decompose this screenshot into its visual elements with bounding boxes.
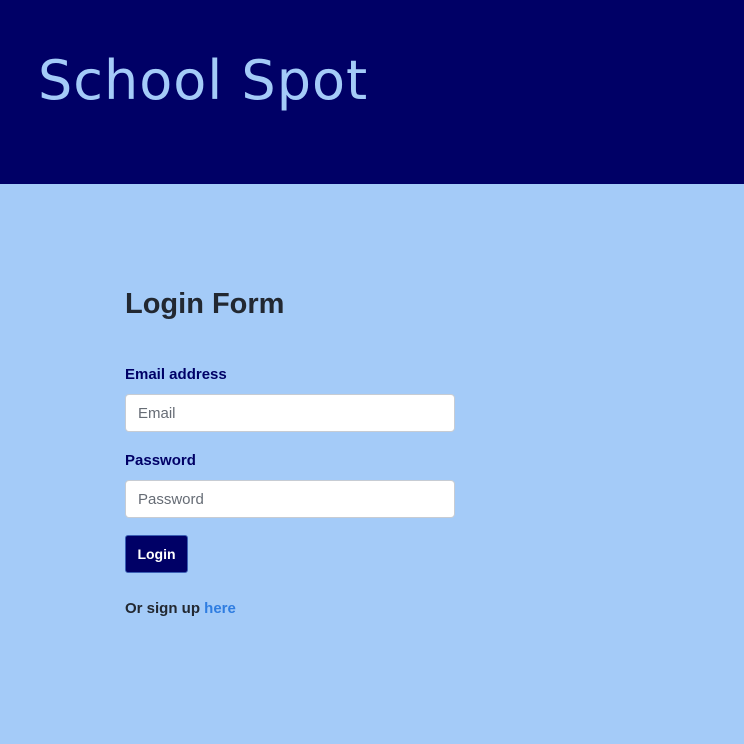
- site-header: School Spot: [0, 0, 744, 184]
- login-form-title: Login Form: [125, 288, 285, 320]
- email-input[interactable]: [125, 394, 455, 432]
- main-content: Login Form Email address Password Login …: [0, 184, 744, 744]
- signup-prompt: Or sign up here: [125, 600, 236, 617]
- signup-prefix-text: Or sign up: [125, 600, 200, 617]
- password-input[interactable]: [125, 480, 455, 518]
- email-label: Email address: [125, 366, 227, 383]
- login-button[interactable]: Login: [125, 535, 188, 573]
- site-logo-text[interactable]: School Spot: [38, 54, 368, 108]
- signup-link[interactable]: here: [204, 600, 236, 617]
- password-label: Password: [125, 452, 196, 469]
